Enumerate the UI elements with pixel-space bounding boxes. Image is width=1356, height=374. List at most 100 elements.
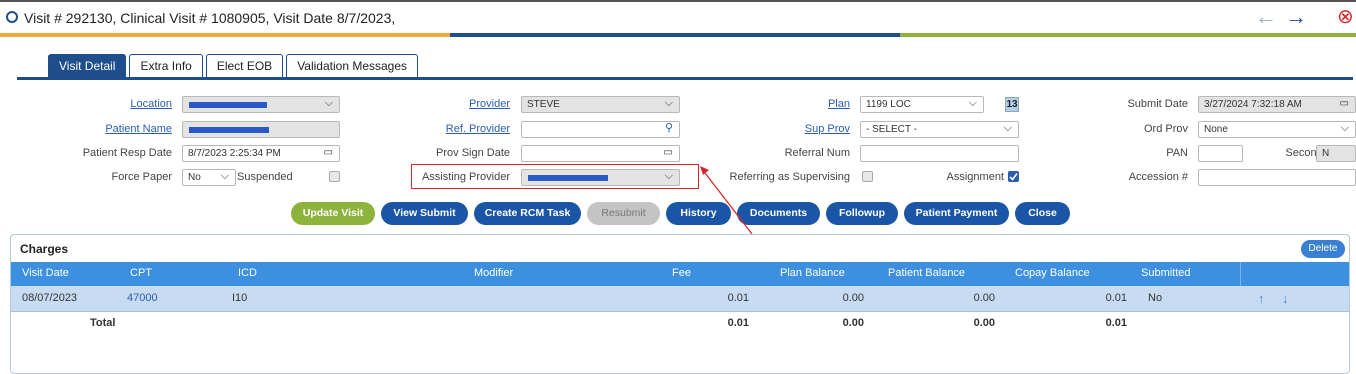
redacted-value xyxy=(528,175,608,181)
title-stripe-orange xyxy=(0,33,450,37)
referring-as-supervising-checkbox[interactable] xyxy=(862,171,873,182)
submit-date-field: 3/27/2024 7:32:18 AM ▭ xyxy=(1198,96,1356,113)
page-title: Visit # 292130, Clinical Visit # 1080905… xyxy=(24,10,396,26)
suspended-checkbox[interactable] xyxy=(329,171,340,182)
col-visit-date[interactable]: Visit Date xyxy=(22,267,69,279)
table-row[interactable]: 08/07/2023 47000 I10 0.01 0.00 0.00 0.01… xyxy=(11,286,1349,312)
close-icon[interactable]: ⊗ xyxy=(1337,6,1354,28)
total-label: Total xyxy=(90,317,116,329)
submit-date-label: Submit Date xyxy=(1127,98,1188,110)
plan-label[interactable]: Plan xyxy=(760,98,850,110)
header-divider xyxy=(1240,262,1241,286)
col-icd[interactable]: ICD xyxy=(238,267,257,279)
checkmark-icon xyxy=(1009,173,1018,181)
col-cpt[interactable]: CPT xyxy=(130,267,152,279)
calendar-icon[interactable]: ▭ xyxy=(664,146,673,160)
patient-name-label[interactable]: Patient Name xyxy=(60,123,172,135)
prov-sign-date-field[interactable]: ▭ xyxy=(521,145,680,162)
redacted-value xyxy=(189,127,269,133)
title-stripe-green xyxy=(900,33,1356,37)
cell-icd: I10 xyxy=(232,292,248,304)
force-paper-label: Force Paper xyxy=(111,171,172,183)
tab-bar: Visit Detail Extra Info Elect EOB Valida… xyxy=(48,54,419,78)
loading-circle-icon xyxy=(6,11,18,23)
chevron-down-icon: ⌵ xyxy=(220,170,229,182)
charges-title: Charges xyxy=(20,242,69,256)
move-down-icon[interactable]: ↓ xyxy=(1282,291,1289,306)
cell-visit-date: 08/07/2023 xyxy=(22,292,78,304)
tab-visit-detail[interactable]: Visit Detail xyxy=(48,54,127,78)
location-select[interactable]: ⌵ xyxy=(182,96,340,113)
location-label[interactable]: Location xyxy=(60,98,172,110)
pan-label: PAN xyxy=(1166,147,1188,159)
ref-provider-search[interactable]: ⚲ xyxy=(521,121,680,138)
chevron-down-icon: ⌵ xyxy=(664,97,673,109)
back-arrow-icon[interactable]: ← xyxy=(1255,6,1277,28)
col-fee[interactable]: Fee xyxy=(672,267,691,279)
accession-field[interactable] xyxy=(1198,169,1356,186)
calendar-icon: ▭ xyxy=(1339,98,1349,109)
sup-prov-select[interactable]: - SELECT - ⌵ xyxy=(860,121,1019,138)
force-paper-select[interactable]: No ⌵ xyxy=(182,169,236,186)
col-modifier[interactable]: Modifier xyxy=(474,267,513,279)
tab-elect-eob[interactable]: Elect EOB xyxy=(205,54,284,78)
chevron-down-icon: ⌵ xyxy=(324,97,333,109)
ref-provider-label[interactable]: Ref. Provider xyxy=(400,123,510,135)
move-up-icon[interactable]: ↑ xyxy=(1258,291,1265,306)
plan-count-badge[interactable]: 13 xyxy=(1005,97,1019,112)
patient-resp-date-field[interactable]: 8/7/2023 2:25:34 PM ▭ xyxy=(182,145,340,162)
forward-arrow-icon[interactable]: → xyxy=(1285,6,1307,28)
col-plan-balance[interactable]: Plan Balance xyxy=(780,267,845,279)
pan-field[interactable] xyxy=(1198,145,1243,162)
delete-button[interactable]: Delete xyxy=(1301,240,1345,258)
cell-copay-balance: 0.01 xyxy=(1105,292,1127,304)
close-button[interactable]: Close xyxy=(1015,202,1070,225)
chevron-down-icon: ⌵ xyxy=(664,170,673,182)
referral-num-field[interactable] xyxy=(860,145,1019,162)
charges-table-header: Visit Date CPT ICD Modifier Fee Plan Bal… xyxy=(11,262,1349,286)
total-copay-balance: 0.01 xyxy=(1105,317,1127,329)
total-patient-balance: 0.00 xyxy=(973,317,995,329)
assisting-provider-select[interactable]: ⌵ xyxy=(521,169,680,186)
annotation-arrow xyxy=(700,166,753,235)
patient-payment-button[interactable]: Patient Payment xyxy=(904,202,1009,225)
provider-select[interactable]: STEVE ⌵ xyxy=(521,96,680,113)
col-patient-balance[interactable]: Patient Balance xyxy=(888,267,965,279)
patient-name-field xyxy=(182,121,340,138)
cell-cpt-link[interactable]: 47000 xyxy=(127,292,158,304)
assignment-label: Assignment xyxy=(946,171,1004,183)
cell-fee: 0.01 xyxy=(727,292,749,304)
resubmit-button: Resubmit xyxy=(587,202,660,225)
patient-resp-date-label: Patient Resp Date xyxy=(82,147,172,159)
search-icon[interactable]: ⚲ xyxy=(665,122,673,136)
chevron-down-icon: ⌵ xyxy=(1003,122,1012,134)
ord-prov-label: Ord Prov xyxy=(1143,123,1188,135)
cell-plan-balance: 0.00 xyxy=(842,292,864,304)
assisting-provider-label: Assisting Provider xyxy=(421,171,510,183)
tab-validation-messages[interactable]: Validation Messages xyxy=(286,54,419,78)
ord-prov-select[interactable]: None ⌵ xyxy=(1198,121,1356,138)
view-submit-button[interactable]: View Submit xyxy=(381,202,468,225)
title-stripe-blue xyxy=(450,33,900,37)
sup-prov-label[interactable]: Sup Prov xyxy=(760,123,850,135)
col-submitted[interactable]: Submitted xyxy=(1141,267,1191,279)
suspended-label: Suspended xyxy=(237,171,293,183)
plan-select[interactable]: 1199 LOC ⌵ xyxy=(860,96,984,113)
redacted-value xyxy=(189,102,267,108)
calendar-icon[interactable]: ▭ xyxy=(324,146,333,160)
cell-patient-balance: 0.00 xyxy=(973,292,995,304)
tab-extra-info[interactable]: Extra Info xyxy=(129,54,203,78)
prov-sign-date-label: Prov Sign Date xyxy=(436,147,510,159)
provider-label[interactable]: Provider xyxy=(400,98,510,110)
secondary-field: N xyxy=(1316,145,1356,162)
total-row: Total 0.01 0.00 0.00 0.01 xyxy=(11,312,1349,336)
col-copay-balance[interactable]: Copay Balance xyxy=(1015,267,1090,279)
followup-button[interactable]: Followup xyxy=(826,202,898,225)
update-visit-button[interactable]: Update Visit xyxy=(291,202,375,225)
create-rcm-task-button[interactable]: Create RCM Task xyxy=(474,202,581,225)
referral-num-label: Referral Num xyxy=(784,147,850,159)
tab-underline xyxy=(17,77,1353,80)
accession-label: Accession # xyxy=(1128,171,1188,183)
chevron-down-icon: ⌵ xyxy=(968,97,977,109)
chevron-down-icon: ⌵ xyxy=(1340,122,1349,134)
